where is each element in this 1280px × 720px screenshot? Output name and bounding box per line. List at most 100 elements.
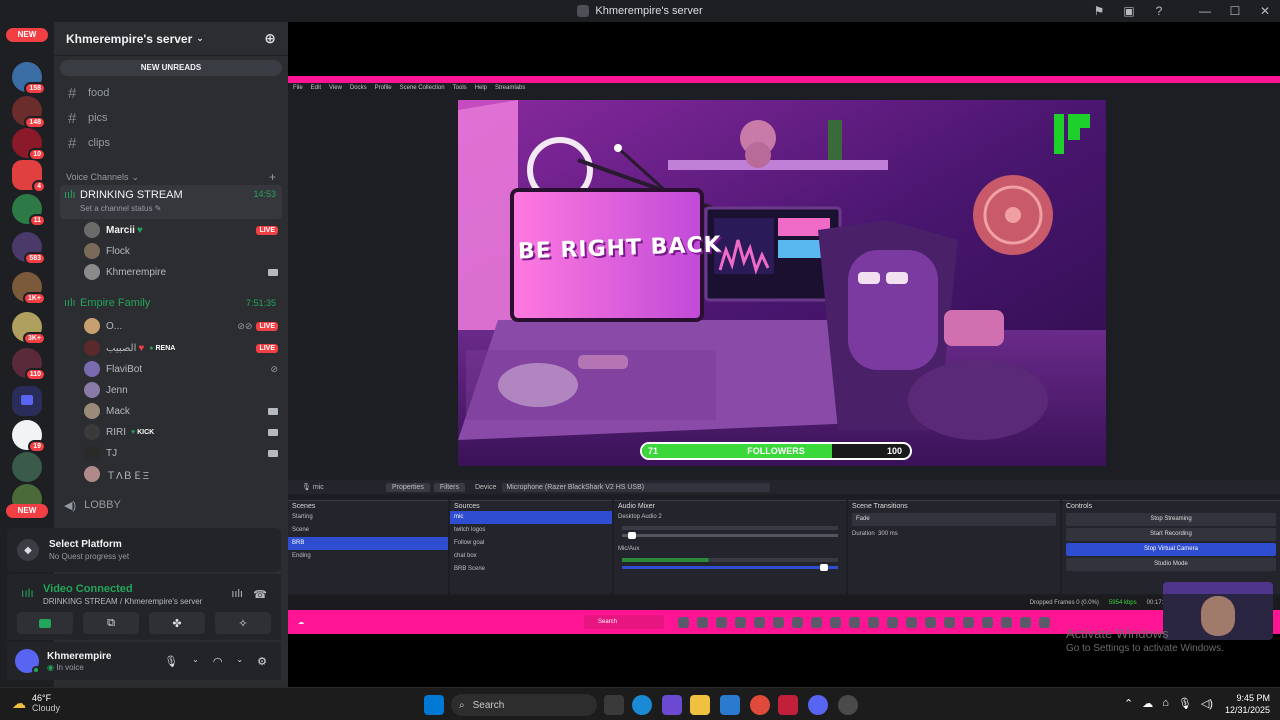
server-icon[interactable] xyxy=(12,452,42,482)
scene-item[interactable]: Ending xyxy=(288,550,448,563)
store-icon[interactable] xyxy=(720,695,740,715)
close-button[interactable]: ✕ xyxy=(1250,4,1280,18)
headphones-icon[interactable]: ◠ xyxy=(213,655,223,668)
user-panel[interactable]: Khmerempire ◉ In voice 🎙︎ ⌄ ◠ ⌄ ⚙ xyxy=(7,642,281,680)
server-icon[interactable]: 10 xyxy=(12,128,46,161)
file-explorer-icon[interactable] xyxy=(690,695,710,715)
obs-menu-item[interactable]: Scene Collection xyxy=(400,85,445,91)
transition-duration[interactable]: Duration 300 ms xyxy=(848,528,1060,541)
network-icon[interactable]: ⌂ xyxy=(1162,697,1169,710)
voice-user[interactable]: TJ xyxy=(84,443,278,463)
popout-icon[interactable]: ▣ xyxy=(1114,4,1144,18)
app-icon[interactable] xyxy=(838,695,858,715)
server-icon[interactable]: 583 xyxy=(12,232,46,265)
clock[interactable]: 9:45 PM 12/31/2025 xyxy=(1225,693,1270,715)
obs-filters-button[interactable]: Filters xyxy=(433,482,465,492)
voice-channel-drinking-stream[interactable]: ıılı DRINKING STREAM Set a channel statu… xyxy=(60,185,282,219)
obs-menu-item[interactable]: Edit xyxy=(311,85,321,91)
server-icon[interactable]: 148 xyxy=(12,96,46,129)
voice-category[interactable]: Voice Channels ⌄ + xyxy=(66,170,276,184)
mic-tray-icon[interactable]: 🎙︎ xyxy=(1178,697,1192,710)
app-icon[interactable] xyxy=(662,695,682,715)
taskbar-search[interactable]: ⌕ Search xyxy=(451,694,597,716)
activities-button[interactable]: ✤ xyxy=(149,612,205,634)
quest-panel[interactable]: ◆ Select Platform No Quest progress yet xyxy=(7,528,281,572)
chrome-icon[interactable] xyxy=(750,695,770,715)
inbox-flag-icon[interactable]: ⚑ xyxy=(1084,4,1114,18)
voice-user[interactable]: ＴΛＢＥΞ xyxy=(84,464,278,484)
soundboard-button[interactable]: ✧ xyxy=(215,612,271,634)
channel-food[interactable]: # food xyxy=(62,82,280,104)
server-icon[interactable]: 1K+ xyxy=(12,272,46,305)
voice-user[interactable]: RIRI ♥ KICK xyxy=(84,422,278,442)
folder-icon[interactable] xyxy=(12,386,42,416)
obs-menu-item[interactable]: Tools xyxy=(453,85,467,91)
obs-menu-item[interactable]: Help xyxy=(475,85,487,91)
new-unreads-bar[interactable]: NEW UNREADS xyxy=(60,60,282,76)
source-item[interactable]: twitch logos xyxy=(450,524,612,537)
channel-status[interactable]: Set a channel status ✎ xyxy=(80,204,183,213)
settings-gear-icon[interactable]: ⚙ xyxy=(257,655,267,668)
server-icon[interactable]: 110 xyxy=(12,348,46,381)
channel-clips[interactable]: # clips xyxy=(62,132,280,154)
start-button[interactable] xyxy=(424,695,444,715)
noise-suppression-icon[interactable]: ıılı xyxy=(231,588,243,600)
source-item[interactable]: Follow goal xyxy=(450,537,612,550)
maximize-button[interactable]: ☐ xyxy=(1220,4,1250,18)
server-icon[interactable]: 19 xyxy=(12,420,46,453)
obs-menu-item[interactable]: View xyxy=(329,85,342,91)
disconnect-icon[interactable]: ☎ xyxy=(253,588,267,601)
volume-slider[interactable] xyxy=(622,532,838,539)
voice-status-subtitle[interactable]: DRINKING STREAM / Khmerempire's server xyxy=(43,597,202,606)
volume-slider[interactable] xyxy=(622,564,838,571)
server-icon[interactable]: 11 xyxy=(12,194,46,227)
add-channel-icon[interactable]: + xyxy=(269,170,276,184)
voice-user[interactable]: الصبيب ♥ ● RENA LIVE xyxy=(84,338,278,358)
obs-menu-item[interactable]: File xyxy=(293,85,303,91)
stop-virtual-camera-button[interactable]: Stop Virtual Camera xyxy=(1066,543,1276,556)
voice-user[interactable]: Khmerempire xyxy=(84,262,278,282)
help-icon[interactable]: ? xyxy=(1144,4,1174,18)
app-icon[interactable] xyxy=(778,695,798,715)
voice-user[interactable]: O... ⊘⊘ LIVE xyxy=(84,316,278,336)
camera-button[interactable] xyxy=(17,612,73,634)
source-item[interactable]: chat box xyxy=(450,550,612,563)
connection-signal-icon[interactable]: ıılı xyxy=(21,586,34,600)
invite-member-icon[interactable]: ⊕ xyxy=(264,30,276,47)
cloud-icon[interactable]: ☁ xyxy=(1142,697,1153,710)
obs-menu-item[interactable]: Profile xyxy=(375,85,392,91)
channel-pics[interactable]: # pics xyxy=(62,107,280,129)
server-icon[interactable]: 158 xyxy=(12,62,46,95)
volume-icon[interactable]: ◁) xyxy=(1201,697,1213,710)
source-item[interactable]: BRB Scene xyxy=(450,563,612,576)
task-view-icon[interactable] xyxy=(604,695,624,715)
voice-user[interactable]: FlaviBot ⊘ xyxy=(84,359,278,379)
discord-icon[interactable] xyxy=(808,695,828,715)
voice-user[interactable]: Mack xyxy=(84,401,278,421)
microphone-icon[interactable]: 🎙︎ xyxy=(164,655,178,668)
voice-user[interactable]: Jenn xyxy=(84,380,278,400)
chevron-up-icon[interactable]: ⌃ xyxy=(1124,697,1133,710)
server-icon[interactable]: 4 xyxy=(12,160,46,193)
scene-item[interactable]: Starting xyxy=(288,511,448,524)
chevron-down-icon[interactable]: ⌄ xyxy=(192,655,199,668)
voice-channel-empire-family[interactable]: ıılı Empire Family 7:51:35 xyxy=(60,294,282,312)
voice-channel-lobby[interactable]: ◀) LOBBY xyxy=(60,496,282,514)
stop-streaming-button[interactable]: Stop Streaming xyxy=(1066,513,1276,526)
start-recording-button[interactable]: Start Recording xyxy=(1066,528,1276,541)
transition-select[interactable]: Fade xyxy=(852,513,1056,526)
voice-user[interactable]: Marcii ♥ LIVE xyxy=(84,220,278,240)
obs-device-select[interactable]: Microphone (Razer BlackShark V2 HS USB) xyxy=(502,482,771,492)
scene-item[interactable]: Scene xyxy=(288,524,448,537)
voice-user[interactable]: Flock xyxy=(84,241,278,261)
weather-widget[interactable]: ☁ 46°F Cloudy xyxy=(12,693,60,713)
new-unreads-pill[interactable]: NEW xyxy=(6,504,48,518)
server-header[interactable]: Khmerempire's server ⌄ ⊕ xyxy=(54,22,288,56)
source-item-selected[interactable]: mic xyxy=(450,511,612,524)
scene-item-selected[interactable]: BRB xyxy=(288,537,448,550)
screen-share-button[interactable]: ⧉ xyxy=(83,612,139,634)
new-unreads-pill[interactable]: NEW xyxy=(6,28,48,42)
obs-menu-item[interactable]: Docks xyxy=(350,85,367,91)
minimize-button[interactable]: — xyxy=(1190,4,1220,18)
server-icon[interactable]: 3K+ xyxy=(12,312,46,345)
